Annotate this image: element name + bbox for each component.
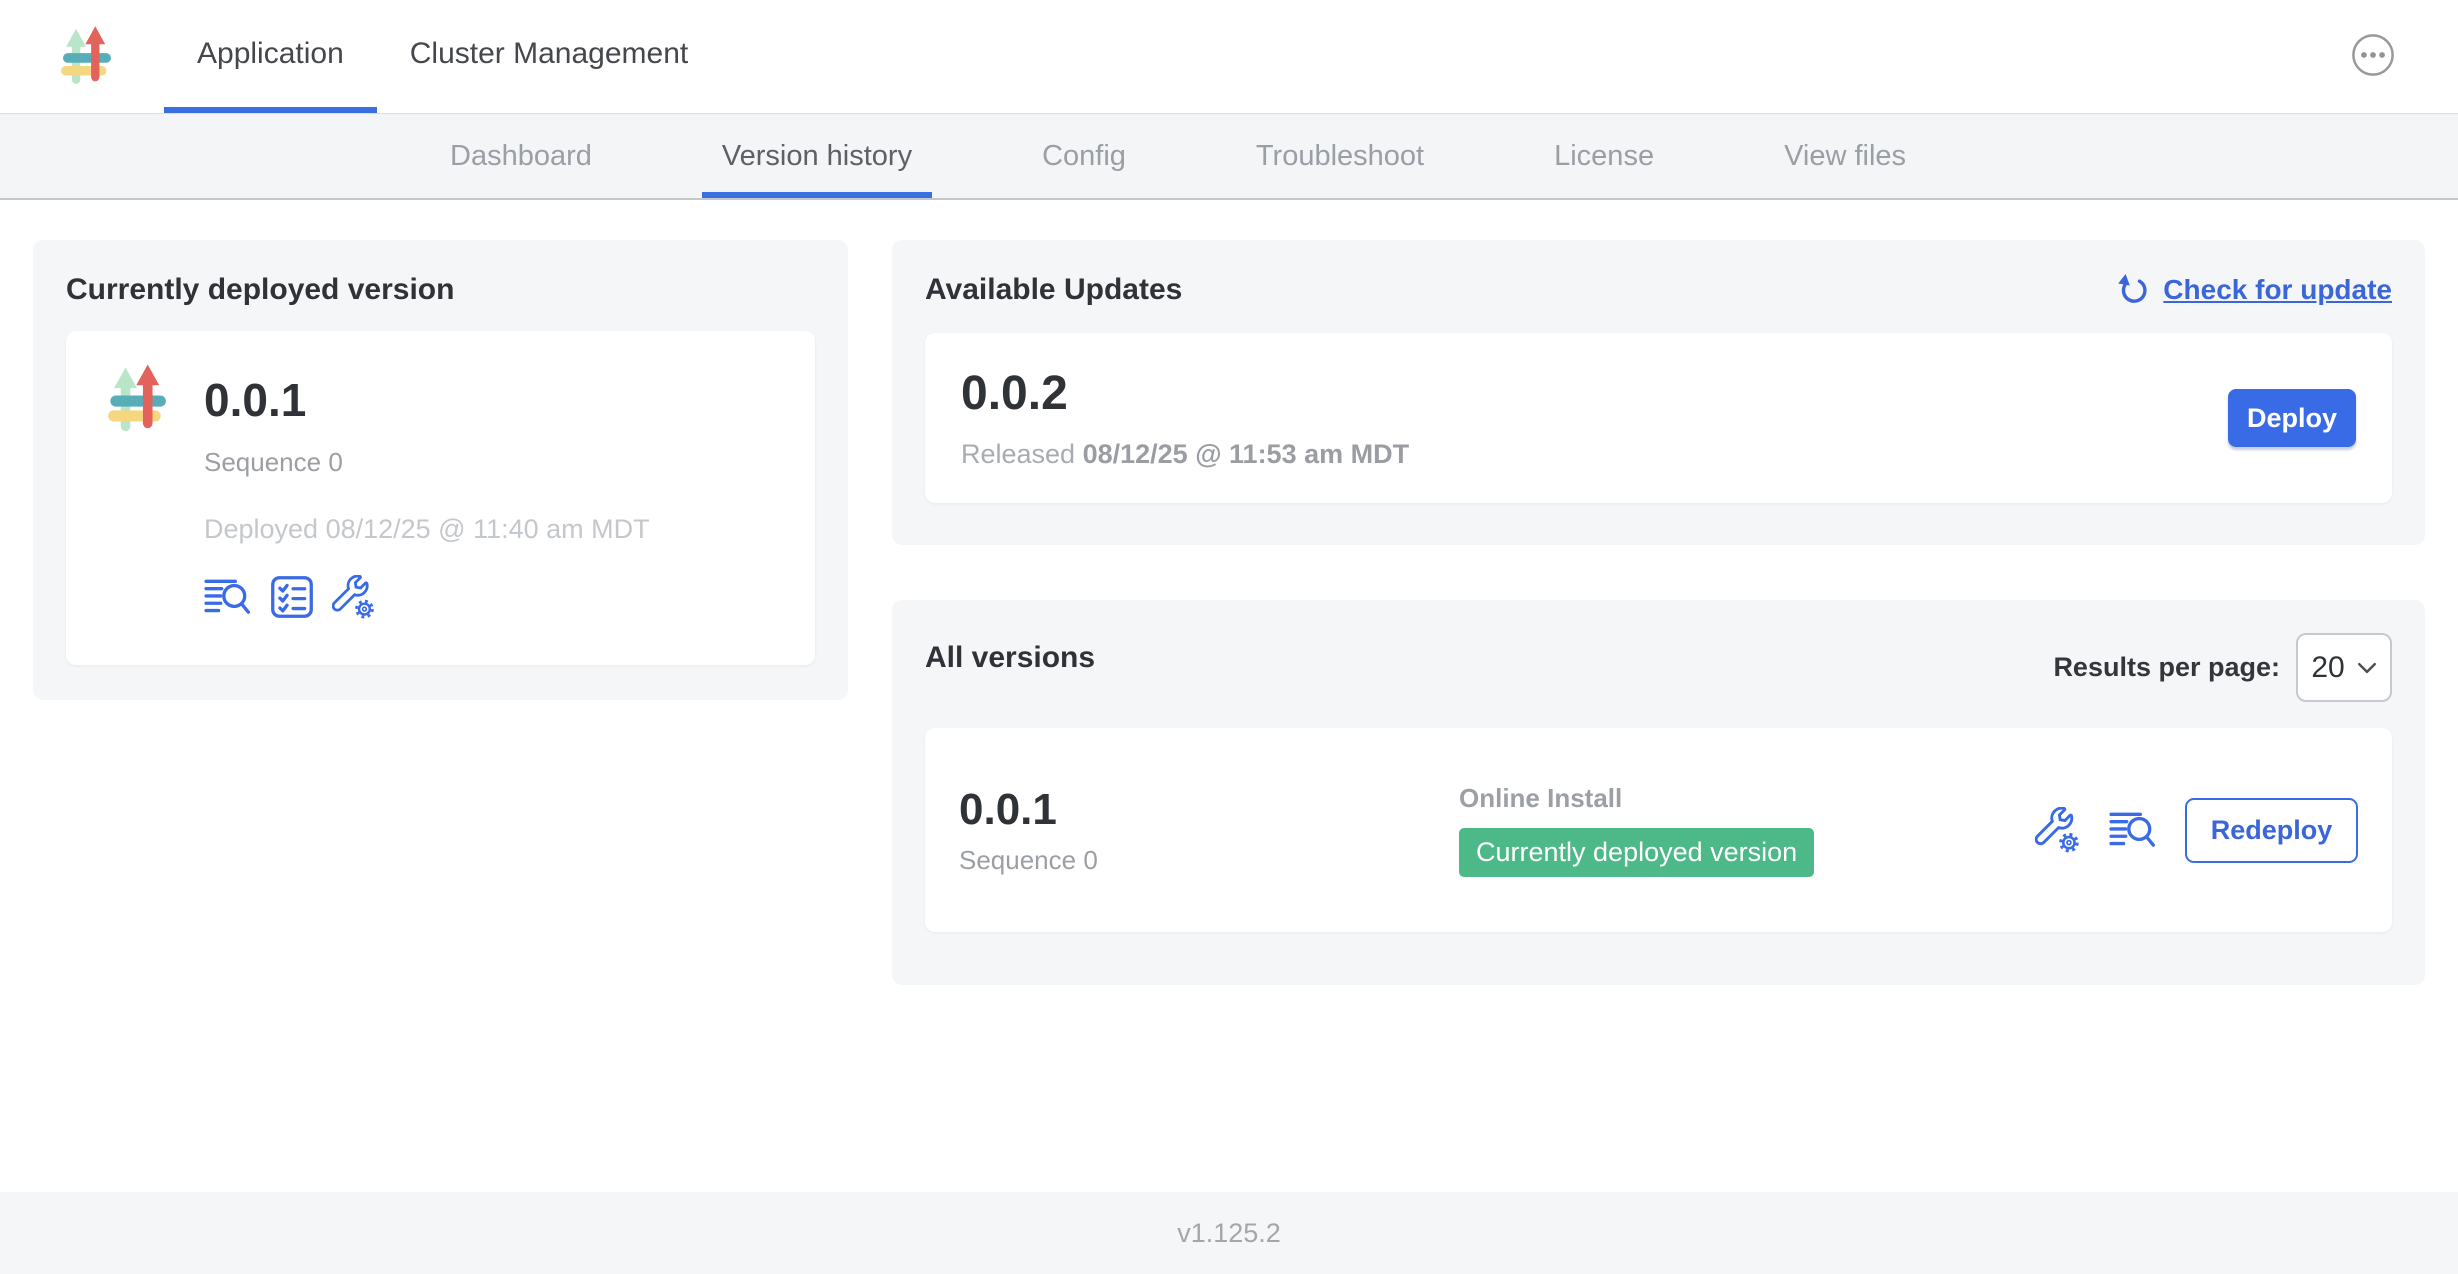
edit-config-button[interactable] (2035, 807, 2081, 853)
app-subnav: Dashboard Version history Config Trouble… (0, 114, 2458, 200)
available-update-row: 0.0.2 Released 08/12/25 @ 11:53 am MDT D… (925, 333, 2392, 503)
currently-deployed-title: Currently deployed version (66, 273, 815, 307)
all-versions-card: All versions Results per page: 20 0.0.1 … (892, 600, 2425, 985)
subnav-tab-license-label: License (1554, 140, 1654, 173)
currently-deployed-version-card: 0.0.1 Sequence 0 Deployed 08/12/25 @ 11:… (66, 331, 815, 665)
currently-deployed-badge: Currently deployed version (1459, 828, 1814, 877)
app-footer: v1.125.2 (0, 1192, 2458, 1274)
row-actions: Redeploy (2035, 798, 2358, 863)
results-per-page: Results per page: 20 (2053, 633, 2392, 702)
subnav-tab-version-history-label: Version history (722, 140, 912, 173)
released-date: 08/12/25 @ 11:53 am MDT (1083, 439, 1410, 469)
available-updates-card: Available Updates Check for update 0.0.2… (892, 240, 2425, 545)
edit-config-wrench-icon (332, 575, 376, 619)
currently-deployed-card: Currently deployed version 0.0.1 Sequenc… (33, 240, 848, 700)
update-released-line: Released 08/12/25 @ 11:53 am MDT (961, 439, 1409, 470)
row-version-number: 0.0.1 (959, 785, 1459, 835)
header-tabs: Application Cluster Management (164, 0, 721, 113)
subnav-tab-dashboard-label: Dashboard (450, 140, 592, 173)
subnav-tab-config[interactable]: Config (1042, 114, 1126, 198)
app-logo-icon (100, 363, 174, 437)
ellipsis-menu-icon (2351, 33, 2395, 77)
redeploy-button[interactable]: Redeploy (2185, 798, 2358, 863)
release-notes-button[interactable] (2109, 808, 2157, 852)
update-version-number: 0.0.2 (961, 366, 1409, 421)
deploy-button[interactable]: Deploy (2228, 389, 2356, 447)
edit-config-button[interactable] (332, 575, 376, 619)
app-logo (100, 363, 174, 633)
ellipsis-menu-button[interactable] (2351, 33, 2395, 77)
subnav-tab-config-label: Config (1042, 140, 1126, 173)
version-row: 0.0.1 Sequence 0 Online Install Currentl… (925, 728, 2392, 932)
app-header: Application Cluster Management (0, 0, 2458, 114)
header-tab-cluster-management[interactable]: Cluster Management (377, 0, 721, 113)
check-for-update-link[interactable]: Check for update (2117, 273, 2392, 307)
preflight-checks-button[interactable] (270, 575, 314, 619)
app-logo-icon (54, 25, 118, 89)
subnav-tab-troubleshoot[interactable]: Troubleshoot (1256, 114, 1424, 198)
results-per-page-label: Results per page: (2053, 652, 2280, 683)
results-per-page-value: 20 (2311, 651, 2344, 685)
subnav-tab-version-history[interactable]: Version history (722, 114, 912, 198)
results-per-page-select[interactable]: 20 (2296, 633, 2392, 702)
all-versions-title: All versions (925, 633, 1095, 675)
console-version: v1.125.2 (1177, 1218, 1281, 1249)
header-tab-application-label: Application (197, 37, 344, 71)
deployed-actions (204, 575, 650, 619)
subnav-tab-view-files[interactable]: View files (1784, 114, 1906, 198)
header-tab-cluster-management-label: Cluster Management (410, 37, 688, 71)
row-sequence: Sequence 0 (959, 845, 1459, 876)
app-logo (54, 0, 120, 113)
row-install-type: Online Install (1459, 783, 2035, 814)
preflight-checklist-icon (270, 575, 314, 619)
released-prefix: Released (961, 439, 1083, 469)
subnav-tab-license[interactable]: License (1554, 114, 1654, 198)
header-tab-application[interactable]: Application (164, 0, 377, 113)
subnav-tab-dashboard[interactable]: Dashboard (450, 114, 592, 198)
available-updates-title: Available Updates (925, 273, 1182, 307)
subnav-tab-troubleshoot-label: Troubleshoot (1256, 140, 1424, 173)
deployed-timestamp: Deployed 08/12/25 @ 11:40 am MDT (204, 514, 650, 545)
release-notes-button[interactable] (204, 575, 252, 619)
release-notes-icon (204, 575, 252, 619)
subnav-tab-view-files-label: View files (1784, 140, 1906, 173)
deployed-version-number: 0.0.1 (204, 363, 650, 437)
chevron-down-icon (2357, 661, 2377, 675)
refresh-icon (2117, 273, 2151, 307)
deployed-sequence: Sequence 0 (204, 447, 650, 478)
check-for-update-label: Check for update (2163, 274, 2392, 306)
edit-config-wrench-icon (2035, 807, 2081, 853)
release-notes-icon (2109, 808, 2157, 852)
